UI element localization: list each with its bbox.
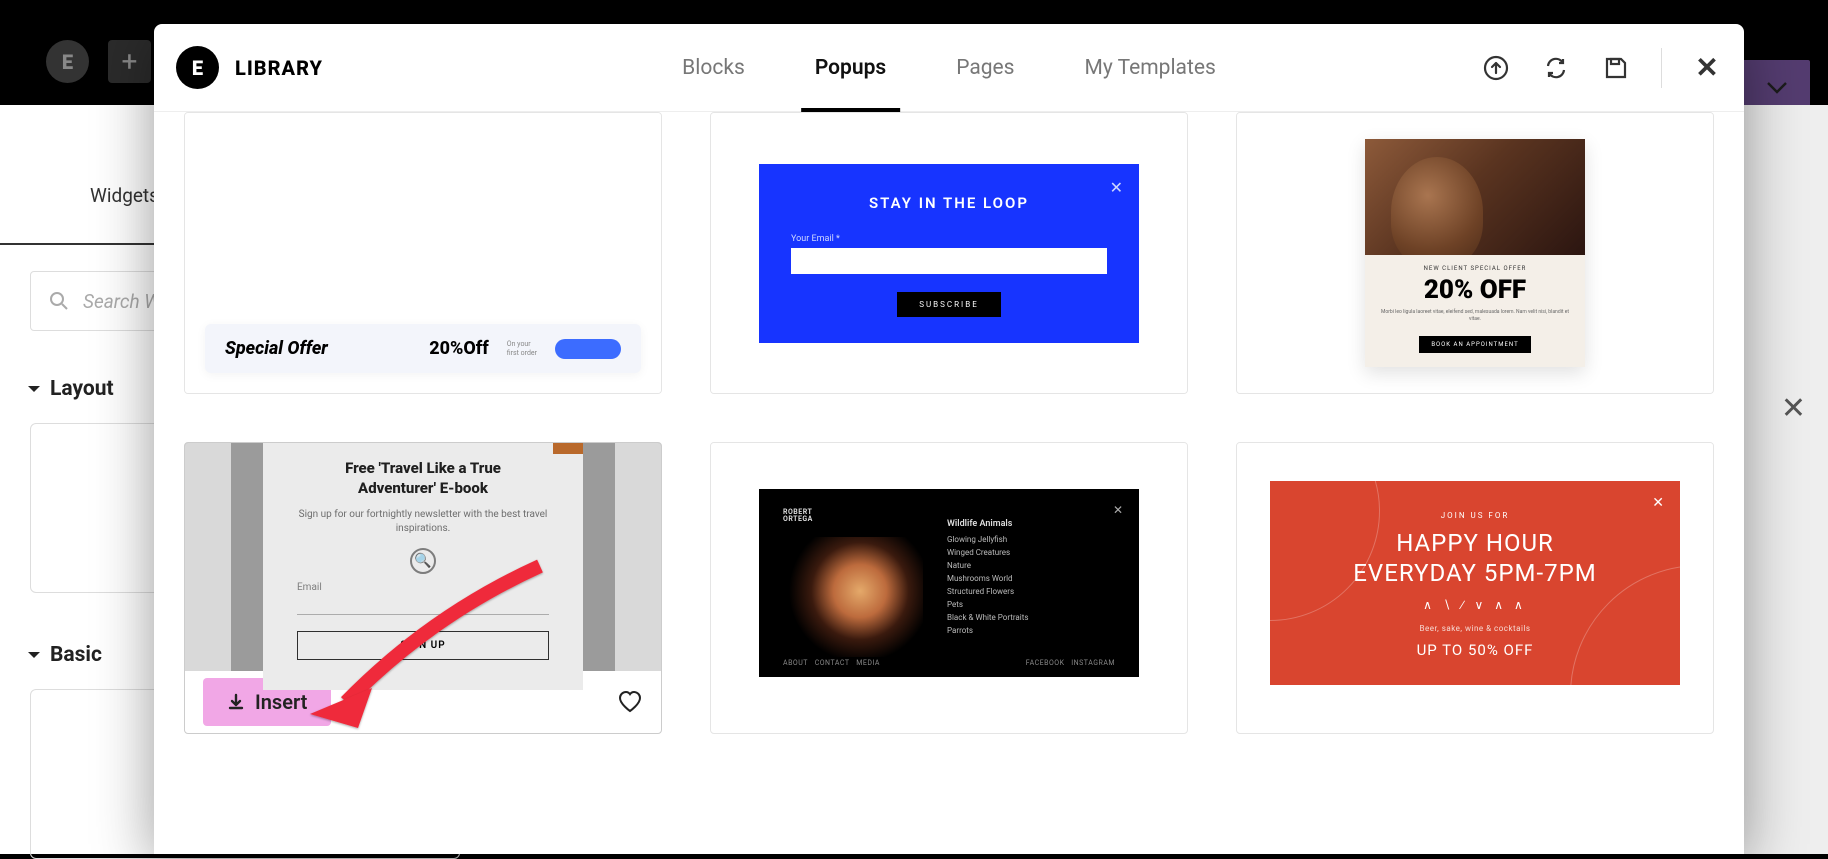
add-element-button[interactable]: + <box>108 40 151 83</box>
list-item: Structured Flowers <box>947 587 1115 596</box>
list-item: Pets <box>947 600 1115 609</box>
preview: Free 'Travel Like a TrueAdventurer' E-bo… <box>263 442 583 690</box>
library-logo-icon: E <box>176 46 219 89</box>
tab-pages[interactable]: Pages <box>956 24 1014 111</box>
library-title: LIBRARY <box>235 56 323 80</box>
close-icon: ✕ <box>1110 178 1123 197</box>
close-library-icon[interactable]: ✕ <box>1692 53 1722 83</box>
template-card-dark-gallery[interactable]: ✕ ROBERTORTEGA Wildlife Animals Glowing … <box>710 442 1188 734</box>
list-item: Black & White Portraits <box>947 613 1115 622</box>
preview: ✕ STAY IN THE LOOP Your Email * SUBSCRIB… <box>759 164 1139 343</box>
library-modal: E LIBRARY Blocks Popups Pages My Templat… <box>154 24 1744 854</box>
divider <box>1661 48 1662 88</box>
signup-pill <box>555 339 621 359</box>
tab-blocks[interactable]: Blocks <box>682 24 745 111</box>
save-icon[interactable] <box>1601 53 1631 83</box>
search-icon <box>49 291 69 311</box>
close-icon: ✕ <box>1652 495 1664 511</box>
magnify-icon: 🔍 <box>410 548 436 574</box>
close-panel-icon[interactable]: ✕ <box>1781 391 1806 426</box>
template-card-stay-in-loop[interactable]: ✕ STAY IN THE LOOP Your Email * SUBSCRIB… <box>710 112 1188 394</box>
list-item: Glowing Jellyfish <box>947 535 1115 544</box>
library-header: E LIBRARY Blocks Popups Pages My Templat… <box>154 24 1744 112</box>
jellyfish-image <box>783 537 923 657</box>
template-card-special-offer[interactable]: Special Offer 20%Off On yourfirst order <box>184 112 662 394</box>
elementor-logo-icon: E <box>46 40 89 83</box>
tab-popups[interactable]: Popups <box>815 24 886 111</box>
template-card-20-off[interactable]: NEW CLIENT SPECIAL OFFER 20% OFF Morbi l… <box>1236 112 1714 394</box>
close-icon: ✕ <box>1113 503 1123 517</box>
preview: ✕ JOIN US FOR HAPPY HOUREVERYDAY 5PM-7PM… <box>1270 481 1680 685</box>
upload-icon[interactable] <box>1481 53 1511 83</box>
preview: Special Offer 20%Off On yourfirst order <box>205 324 641 373</box>
favorite-icon[interactable] <box>617 690 643 714</box>
preview: NEW CLIENT SPECIAL OFFER 20% OFF Morbi l… <box>1365 139 1585 367</box>
list-item: Nature <box>947 561 1115 570</box>
preview: ✕ ROBERTORTEGA Wildlife Animals Glowing … <box>759 489 1139 677</box>
list-item: Winged Creatures <box>947 548 1115 557</box>
tab-my-templates[interactable]: My Templates <box>1085 24 1216 111</box>
list-item: Parrots <box>947 626 1115 635</box>
template-card-happy-hour[interactable]: ✕ JOIN US FOR HAPPY HOUREVERYDAY 5PM-7PM… <box>1236 442 1714 734</box>
library-tabs: Blocks Popups Pages My Templates <box>682 24 1216 111</box>
download-icon <box>227 693 245 711</box>
sync-icon[interactable] <box>1541 53 1571 83</box>
template-card-travel-ebook[interactable]: Free 'Travel Like a TrueAdventurer' E-bo… <box>184 442 662 734</box>
library-body: Special Offer 20%Off On yourfirst order … <box>154 112 1744 854</box>
close-icon <box>553 442 583 454</box>
list-item: Mushrooms World <box>947 574 1115 583</box>
publish-caret-icon[interactable] <box>1758 69 1796 107</box>
